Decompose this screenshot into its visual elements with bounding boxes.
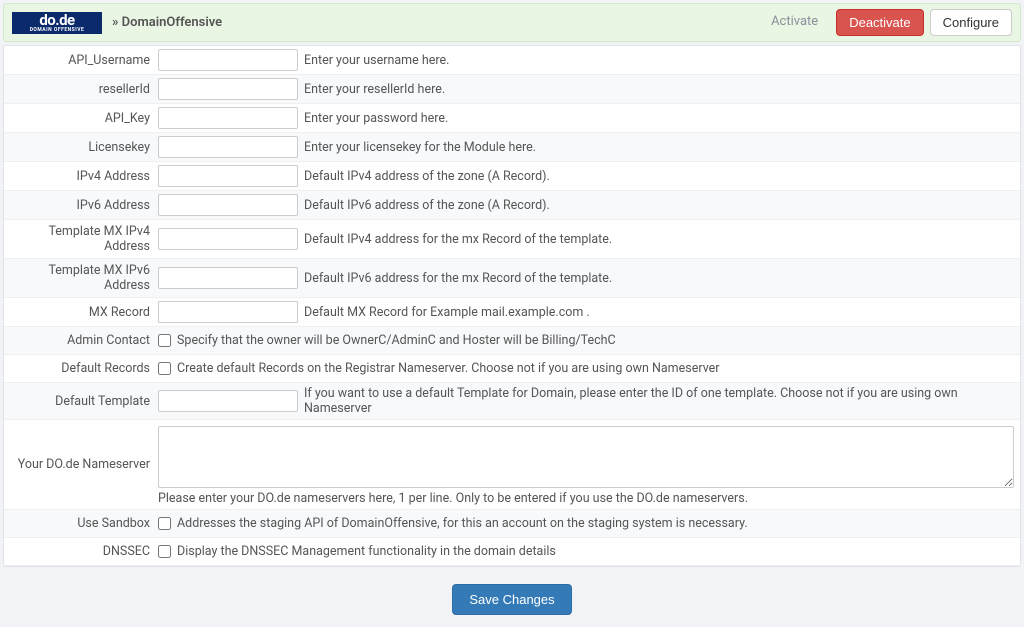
input-reseller-id[interactable] — [158, 78, 298, 100]
row-api-username: API_Username Enter your username here. — [4, 46, 1020, 75]
textarea-nameserver[interactable] — [158, 426, 1014, 488]
input-licensekey[interactable] — [158, 136, 298, 158]
label-dnssec: DNSSEC — [4, 540, 156, 563]
label-tmpl-mx-ipv4: Template MX IPv4 Address — [4, 220, 156, 258]
input-ipv6[interactable] — [158, 194, 298, 216]
label-reseller-id: resellerId — [4, 78, 156, 101]
label-ipv4: IPv4 Address — [4, 165, 156, 188]
row-admin-contact: Admin Contact Specify that the owner wil… — [4, 327, 1020, 355]
hint-default-template: If you want to use a default Template fo… — [304, 386, 1014, 416]
row-tmpl-mx-ipv4: Template MX IPv4 Address Default IPv4 ad… — [4, 220, 1020, 259]
checkbox-use-sandbox[interactable] — [158, 517, 171, 530]
checkbox-dnssec[interactable] — [158, 545, 171, 558]
hint-ipv4: Default IPv4 address of the zone (A Reco… — [304, 169, 550, 184]
hint-nameserver: Please enter your DO.de nameservers here… — [158, 491, 1014, 506]
label-default-records: Default Records — [4, 357, 156, 380]
row-mx-record: MX Record Default MX Record for Example … — [4, 298, 1020, 327]
hint-licensekey: Enter your licensekey for the Module her… — [304, 140, 536, 155]
hint-api-key: Enter your password here. — [304, 111, 448, 126]
row-reseller-id: resellerId Enter your resellerId here. — [4, 75, 1020, 104]
logo-text-bottom: DOMAIN OFFENSIVE — [30, 28, 85, 33]
module-title: » DomainOffensive — [112, 15, 759, 30]
logo: do.de DOMAIN OFFENSIVE — [12, 12, 102, 34]
logo-text-top: do.de — [39, 13, 74, 28]
config-form: API_Username Enter your username here. r… — [3, 45, 1021, 567]
label-default-template: Default Template — [4, 390, 156, 413]
hint-api-username: Enter your username here. — [304, 53, 449, 68]
configure-button[interactable]: Configure — [930, 9, 1012, 36]
hint-ipv6: Default IPv6 address of the zone (A Reco… — [304, 198, 550, 213]
label-mx-record: MX Record — [4, 301, 156, 324]
label-tmpl-mx-ipv6: Template MX IPv6 Address — [4, 259, 156, 297]
hint-reseller-id: Enter your resellerId here. — [304, 82, 445, 97]
hint-admin-contact: Specify that the owner will be OwnerC/Ad… — [177, 333, 616, 348]
checkbox-admin-contact[interactable] — [158, 334, 171, 347]
input-ipv4[interactable] — [158, 165, 298, 187]
hint-default-records: Create default Records on the Registrar … — [177, 361, 720, 376]
label-api-username: API_Username — [4, 49, 156, 72]
hint-tmpl-mx-ipv6: Default IPv6 address for the mx Record o… — [304, 271, 612, 286]
label-ipv6: IPv6 Address — [4, 194, 156, 217]
row-default-records: Default Records Create default Records o… — [4, 355, 1020, 383]
row-api-key: API_Key Enter your password here. — [4, 104, 1020, 133]
header-buttons: Activate Deactivate Configure — [759, 9, 1012, 36]
row-use-sandbox: Use Sandbox Addresses the staging API of… — [4, 510, 1020, 538]
row-dnssec: DNSSEC Display the DNSSEC Management fun… — [4, 538, 1020, 566]
input-tmpl-mx-ipv4[interactable] — [158, 228, 298, 250]
row-licensekey: Licensekey Enter your licensekey for the… — [4, 133, 1020, 162]
row-ipv6: IPv6 Address Default IPv6 address of the… — [4, 191, 1020, 220]
hint-use-sandbox: Addresses the staging API of DomainOffen… — [177, 516, 748, 531]
checkbox-default-records[interactable] — [158, 362, 171, 375]
input-default-template[interactable] — [158, 390, 298, 412]
deactivate-button[interactable]: Deactivate — [836, 9, 923, 36]
label-use-sandbox: Use Sandbox — [4, 512, 156, 535]
input-api-username[interactable] — [158, 49, 298, 71]
label-nameserver: Your DO.de Nameserver — [4, 453, 156, 476]
save-button[interactable]: Save Changes — [452, 584, 571, 615]
row-default-template: Default Template If you want to use a de… — [4, 383, 1020, 420]
label-licensekey: Licensekey — [4, 136, 156, 159]
hint-tmpl-mx-ipv4: Default IPv4 address for the mx Record o… — [304, 232, 612, 247]
row-ipv4: IPv4 Address Default IPv4 address of the… — [4, 162, 1020, 191]
activate-button: Activate — [759, 9, 830, 36]
row-nameserver: Your DO.de Nameserver Please enter your … — [4, 420, 1020, 510]
input-api-key[interactable] — [158, 107, 298, 129]
row-tmpl-mx-ipv6: Template MX IPv6 Address Default IPv6 ad… — [4, 259, 1020, 298]
label-admin-contact: Admin Contact — [4, 329, 156, 352]
hint-mx-record: Default MX Record for Example mail.examp… — [304, 305, 590, 320]
input-tmpl-mx-ipv6[interactable] — [158, 267, 298, 289]
module-header: do.de DOMAIN OFFENSIVE » DomainOffensive… — [3, 3, 1021, 42]
input-mx-record[interactable] — [158, 301, 298, 323]
footer: Save Changes — [0, 570, 1024, 627]
label-api-key: API_Key — [4, 107, 156, 130]
